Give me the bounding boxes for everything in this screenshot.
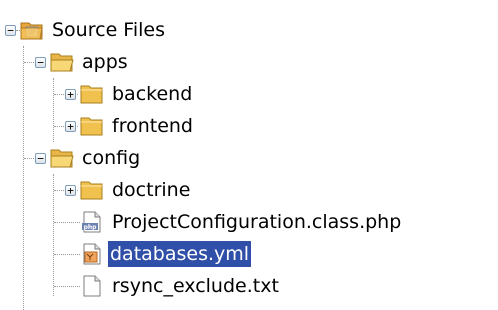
folder-icon xyxy=(80,117,103,136)
tree-item-label: databases.yml xyxy=(108,241,252,267)
collapse-toggle[interactable]: − xyxy=(5,25,16,36)
tree-item-label: backend xyxy=(112,83,193,105)
tree-item-doctrine[interactable]: + doctrine xyxy=(0,174,498,206)
tree-connector xyxy=(54,222,80,223)
tree-item-projectconfiguration[interactable]: php ProjectConfiguration.class.php xyxy=(0,206,498,238)
tree-item-label: Source Files xyxy=(52,19,165,41)
collapse-toggle[interactable]: − xyxy=(35,153,46,164)
folder-open-icon xyxy=(50,149,74,168)
tree-item-label: ProjectConfiguration.class.php xyxy=(112,211,402,233)
expand-toggle[interactable]: + xyxy=(65,121,76,132)
yml-file-icon xyxy=(83,243,101,265)
tree-item-label: rsync_exclude.txt xyxy=(112,275,279,297)
project-tree: − Source Files − apps + backend + fronte… xyxy=(0,0,498,310)
tree-item-backend[interactable]: + backend xyxy=(0,78,498,110)
svg-text:php: php xyxy=(84,224,98,231)
tree-item-rsync-exclude[interactable]: rsync_exclude.txt xyxy=(0,270,498,302)
folder-icon xyxy=(80,85,103,104)
tree-item-frontend[interactable]: + frontend xyxy=(0,110,498,142)
tree-item-label: frontend xyxy=(112,115,193,137)
folder-icon xyxy=(80,181,103,200)
folder-open-icon xyxy=(50,53,74,72)
tree-item-config[interactable]: − config xyxy=(0,142,498,174)
tree-item-databases-yml[interactable]: databases.yml xyxy=(0,238,498,270)
php-file-icon: php xyxy=(82,211,101,233)
tree-connector xyxy=(54,286,80,287)
collapse-toggle[interactable]: − xyxy=(35,57,46,68)
tree-item-label: apps xyxy=(82,51,128,73)
tree-item-label: doctrine xyxy=(112,179,191,201)
expand-toggle[interactable]: + xyxy=(65,185,76,196)
tree-item-label: config xyxy=(82,147,141,169)
tree-item-source-files[interactable]: − Source Files xyxy=(0,14,498,46)
text-file-icon xyxy=(83,275,101,297)
expand-toggle[interactable]: + xyxy=(65,89,76,100)
tree-connector xyxy=(54,254,80,255)
source-files-icon xyxy=(20,22,43,40)
tree-item-apps[interactable]: − apps xyxy=(0,46,498,78)
